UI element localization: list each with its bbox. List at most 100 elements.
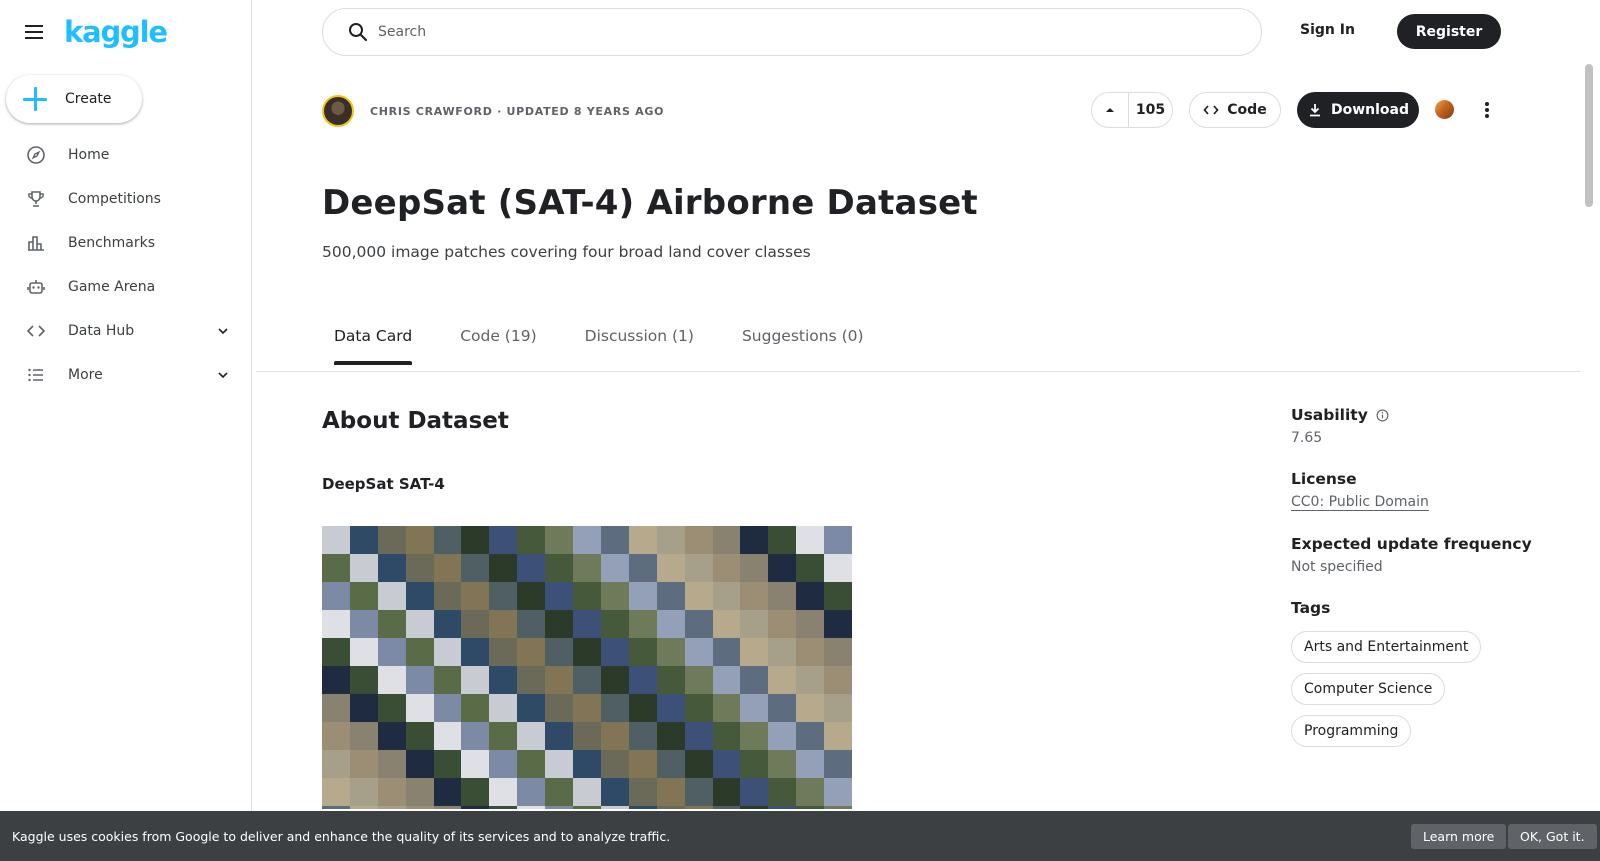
register-button[interactable]: Register (1397, 14, 1501, 49)
mosaic-tile (684, 526, 713, 554)
mosaic-tile (796, 806, 825, 809)
sidebar-item-benchmarks[interactable]: Benchmarks (0, 221, 251, 265)
sidebar-item-game-arena[interactable]: Game Arena (0, 265, 251, 309)
mosaic-tile (600, 638, 629, 666)
sidebar-item-competitions[interactable]: Competitions (0, 177, 251, 221)
mosaic-tile (349, 778, 378, 806)
tab-code[interactable]: Code (19) (448, 327, 548, 365)
mosaic-tile (628, 806, 657, 809)
search-input[interactable] (378, 24, 1198, 40)
mosaic-tile (433, 526, 462, 554)
mosaic-tile (684, 806, 713, 809)
mosaic-tile (740, 526, 769, 554)
mosaic-tile (600, 526, 629, 554)
list-icon (26, 365, 46, 385)
mosaic-tile (656, 694, 685, 722)
mosaic-tile (545, 638, 574, 666)
sign-in-button[interactable]: Sign In (1300, 22, 1355, 38)
mosaic-tile (489, 526, 518, 554)
mosaic-tile (712, 806, 741, 809)
cookie-ok-button[interactable]: OK, Got it. (1508, 824, 1597, 849)
tags-block: Tags Arts and Entertainment Computer Sci… (1291, 599, 1551, 757)
mosaic-tile (489, 610, 518, 638)
mosaic-tile (573, 638, 601, 666)
kaggle-logo[interactable]: kaggle (64, 14, 168, 50)
mosaic-tile (461, 526, 490, 554)
mosaic-tile (684, 610, 713, 638)
mosaic-tile (517, 610, 546, 638)
mosaic-tile (377, 526, 406, 554)
tag-chip[interactable]: Arts and Entertainment (1291, 631, 1482, 663)
mosaic-tile (600, 750, 629, 778)
tab-suggestions[interactable]: Suggestions (0) (730, 327, 876, 365)
license-link[interactable]: CC0: Public Domain (1291, 494, 1429, 511)
chevron-down-icon[interactable] (215, 323, 231, 339)
avatar[interactable] (322, 95, 354, 127)
mosaic-tile (768, 582, 797, 610)
mosaic-tile (489, 582, 518, 610)
create-button[interactable]: Create (6, 75, 142, 123)
mosaic-tile (545, 694, 574, 722)
page-scrollbar[interactable] (1585, 64, 1593, 207)
more-options-icon[interactable] (1485, 98, 1491, 122)
mosaic-tile (600, 666, 629, 694)
mosaic-tile (656, 778, 685, 806)
user-badge-icon[interactable] (1435, 100, 1454, 119)
mosaic-tile (322, 666, 350, 694)
tab-data-card[interactable]: Data Card (322, 327, 424, 365)
tag-chip[interactable]: Programming (1291, 715, 1412, 747)
frequency-label: Expected update frequency (1291, 535, 1532, 553)
mosaic-tile (433, 778, 462, 806)
mosaic-tile (377, 638, 406, 666)
code-button[interactable]: Code (1189, 92, 1281, 128)
upvote-button[interactable] (1092, 93, 1129, 127)
mosaic-tile (377, 666, 406, 694)
mosaic-tile (545, 806, 574, 809)
mosaic-tile (740, 694, 769, 722)
mosaic-tile (684, 694, 713, 722)
mosaic-tile (377, 554, 406, 582)
info-icon[interactable] (1376, 409, 1389, 422)
mosaic-tile (656, 750, 685, 778)
learn-more-button[interactable]: Learn more (1411, 824, 1507, 849)
mosaic-tile (740, 806, 769, 809)
mosaic-tile (796, 666, 825, 694)
mosaic-tile (349, 638, 378, 666)
mosaic-tile (377, 750, 406, 778)
sidebar-item-label: Data Hub (68, 323, 135, 339)
search-bar[interactable] (322, 8, 1262, 56)
mosaic-tile (573, 722, 601, 750)
upvote-count[interactable]: 105 (1129, 93, 1172, 127)
mosaic-tile (656, 722, 685, 750)
about-subtitle: DeepSat SAT-4 (322, 475, 445, 493)
mosaic-tile (349, 554, 378, 582)
page-title: DeepSat (SAT-4) Airborne Dataset (322, 183, 978, 223)
tag-chip[interactable]: Computer Science (1291, 673, 1446, 705)
chevron-down-icon[interactable] (215, 367, 231, 383)
sidebar-item-more[interactable]: More (0, 353, 251, 397)
mosaic-tile (824, 582, 852, 610)
code-button-label: Code (1227, 102, 1267, 118)
mosaic-tile (461, 554, 490, 582)
hamburger-menu-icon[interactable] (22, 20, 46, 44)
mosaic-tile (628, 554, 657, 582)
sidebar-item-label: Benchmarks (68, 235, 156, 251)
frequency-value: Not specified (1291, 559, 1383, 575)
mosaic-tile (322, 722, 350, 750)
mosaic-tile (656, 582, 685, 610)
sidebar-item-home[interactable]: Home (0, 133, 251, 177)
tab-discussion[interactable]: Discussion (1) (573, 327, 706, 365)
download-button[interactable]: Download (1297, 92, 1419, 128)
mosaic-tile (740, 638, 769, 666)
author-row: CHRIS CRAWFORD · UPDATED 8 YEARS AGO (322, 95, 664, 127)
create-label: Create (65, 91, 112, 107)
sidebar-item-label: Competitions (68, 191, 161, 207)
mosaic-tile (712, 666, 741, 694)
mosaic-tile (740, 666, 769, 694)
sidebar-item-data-hub[interactable]: Data Hub (0, 309, 251, 353)
mosaic-tile (740, 554, 769, 582)
mosaic-tile (405, 610, 434, 638)
mosaic-tile (656, 666, 685, 694)
mosaic-tile (405, 750, 434, 778)
mosaic-tile (740, 582, 769, 610)
